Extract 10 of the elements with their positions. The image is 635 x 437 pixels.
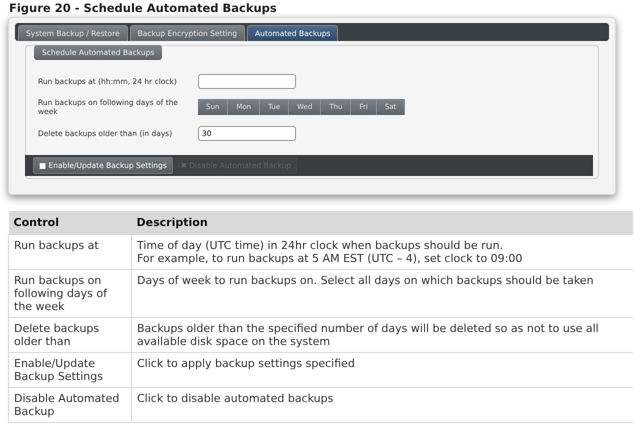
figure-caption: Figure 20 - Schedule Automated Backups bbox=[8, 0, 278, 16]
table-cell: Enable/Update Backup Settings bbox=[8, 352, 132, 388]
table-cell: Time of day (UTC time) in 24hr clock when backups should be run. For example, to run backups at 5 AM EST (UTC – 4), set clock to 09:00 bbox=[132, 234, 633, 270]
table-cell: Run backups on following days of the week bbox=[8, 270, 132, 318]
input-field[interactable] bbox=[198, 74, 296, 88]
column-header: Control bbox=[8, 211, 132, 234]
table-cell: Delete backups older than bbox=[8, 318, 132, 352]
table-cell: Run backups at bbox=[8, 234, 132, 270]
table-cell: Disable Automated Backup bbox=[8, 388, 132, 422]
column-header: Description bbox=[132, 211, 633, 234]
